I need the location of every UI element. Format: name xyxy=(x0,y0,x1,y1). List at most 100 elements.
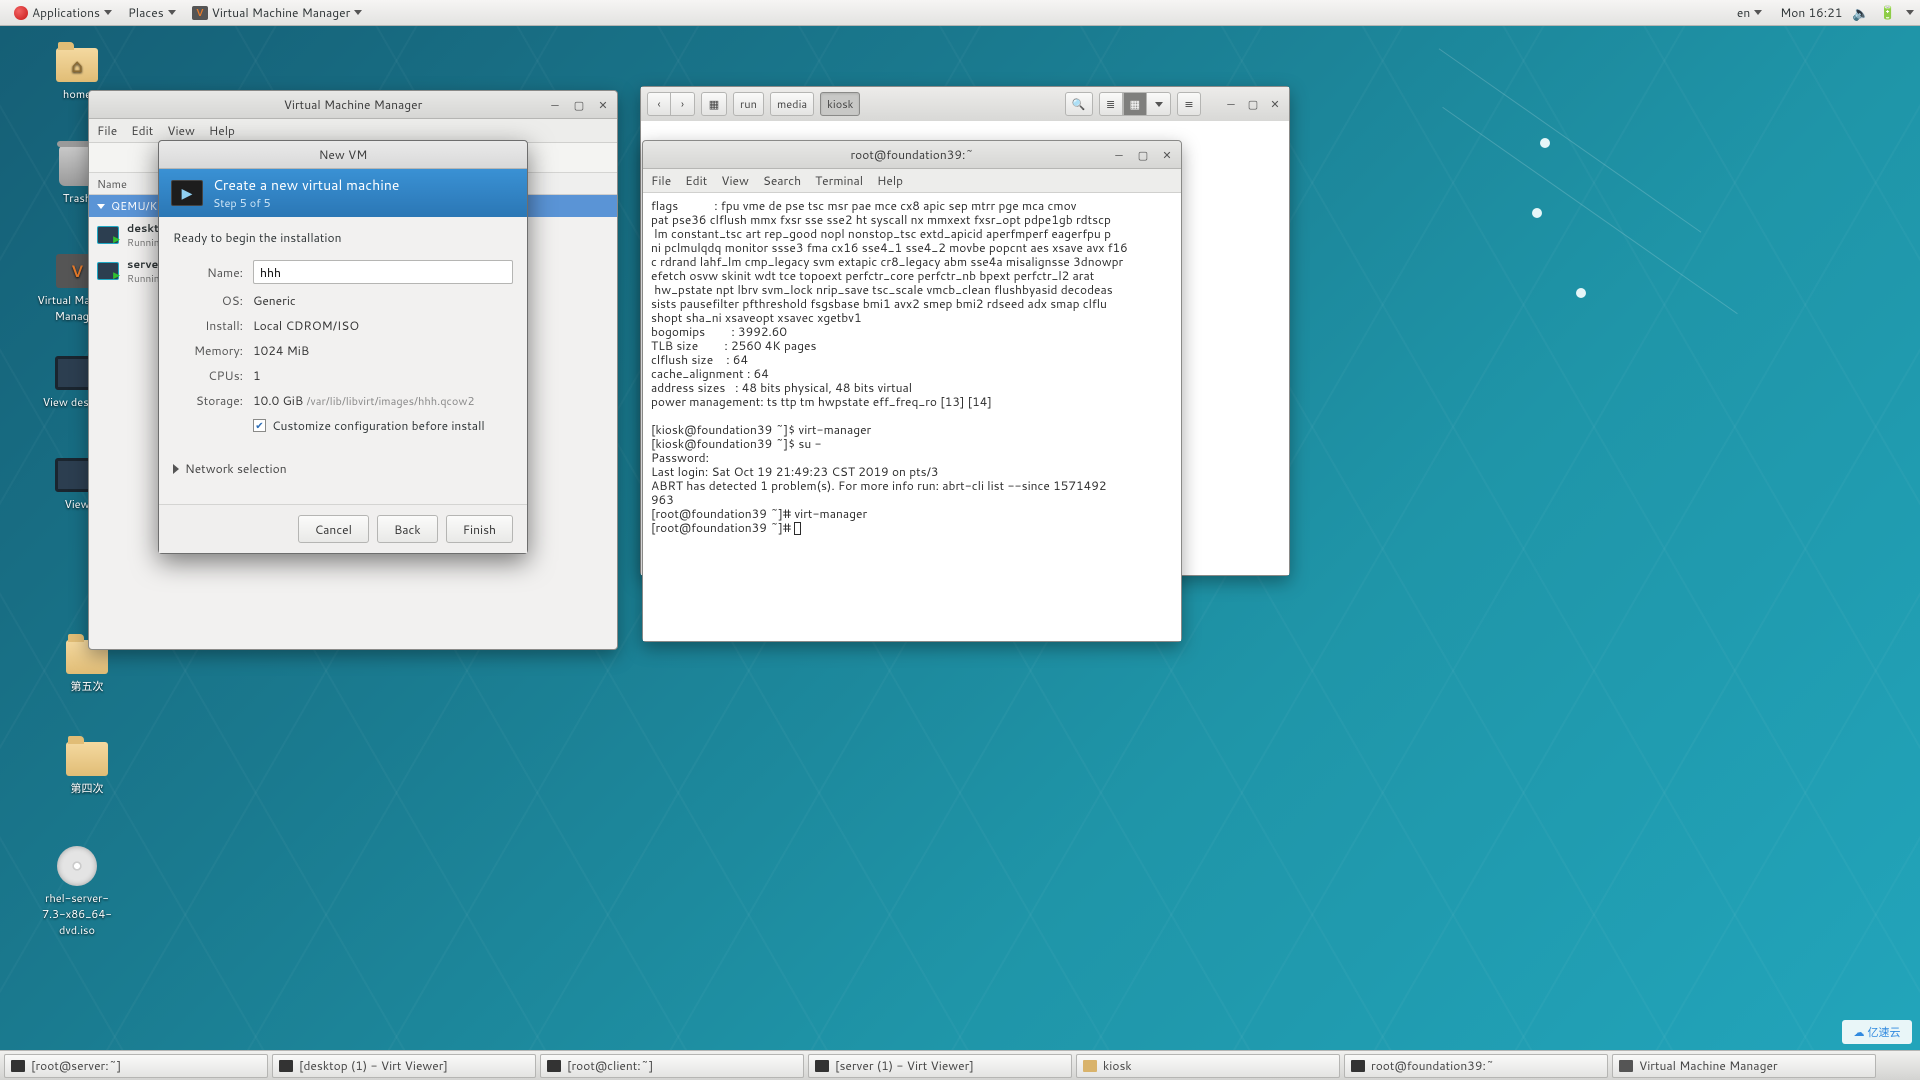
nav-forward-button[interactable]: › xyxy=(671,92,695,116)
gnome-top-panel: Applications Places VVirtual Machine Man… xyxy=(0,0,1920,26)
system-menu-icon[interactable] xyxy=(1906,10,1914,15)
expand-icon xyxy=(97,204,105,209)
vmm-title: Virtual Machine Manager xyxy=(284,96,423,113)
new-vm-banner: ▶ Create a new virtual machine Step 5 of… xyxy=(159,169,527,217)
value-storage: 10.0 GiB /var/lib/libvirt/images/hhh.qco… xyxy=(253,392,474,409)
menu-help[interactable]: Help xyxy=(877,172,903,189)
path-media-button[interactable]: media xyxy=(770,92,814,116)
vmm-titlebar[interactable]: Virtual Machine Manager — ▢ ✕ xyxy=(89,91,617,119)
new-vm-titlebar[interactable]: New VM xyxy=(159,141,527,169)
dialog-button-row: Cancel Back Finish xyxy=(159,504,527,553)
task-button[interactable]: root@foundation39:~ xyxy=(1344,1054,1608,1078)
menu-terminal[interactable]: Terminal xyxy=(815,172,863,189)
files-icon xyxy=(1083,1060,1097,1072)
terminal-menubar: File Edit View Search Terminal Help xyxy=(643,169,1181,193)
window-minimize-button[interactable]: — xyxy=(547,97,563,113)
input-source-indicator[interactable]: en xyxy=(1729,4,1770,21)
vm-thumbnail-icon xyxy=(97,226,119,244)
battery-icon[interactable]: 🔋 xyxy=(1880,4,1896,22)
terminal-icon xyxy=(11,1060,25,1072)
list-view-button[interactable]: ≣ xyxy=(1099,92,1123,116)
expand-right-icon xyxy=(173,464,179,474)
grid-view-button[interactable]: ▦ xyxy=(1123,92,1147,116)
task-button[interactable]: [server (1) - Virt Viewer] xyxy=(808,1054,1072,1078)
banner-step: Step 5 of 5 xyxy=(213,195,399,211)
window-maximize-button[interactable]: ▢ xyxy=(571,97,587,113)
files-toolbar: ‹ › ▦ run media kiosk 🔍 ≣ ▦ ≡ — ▢ ✕ xyxy=(641,87,1289,121)
terminal-icon xyxy=(547,1060,561,1072)
menu-view[interactable]: View xyxy=(167,122,195,139)
window-close-button[interactable]: ✕ xyxy=(595,97,611,113)
nav-back-button[interactable]: ‹ xyxy=(647,92,671,116)
places-menu[interactable]: Places xyxy=(120,0,184,25)
dialog-title: New VM xyxy=(319,146,368,163)
applications-menu[interactable]: Applications xyxy=(6,0,120,25)
menu-search[interactable]: Search xyxy=(763,172,801,189)
vm-thumbnail-icon xyxy=(97,262,119,280)
chevron-down-icon xyxy=(168,10,176,15)
back-button[interactable]: Back xyxy=(377,515,438,543)
vmm-icon: V xyxy=(192,6,208,20)
task-button[interactable]: [desktop (1) - Virt Viewer] xyxy=(272,1054,536,1078)
customize-checkbox-row[interactable]: ✔ Customize configuration before install xyxy=(253,417,513,434)
label-install: Install: xyxy=(173,317,243,334)
active-app-menu[interactable]: VVirtual Machine Manager xyxy=(184,0,371,25)
path-root-button[interactable]: ▦ xyxy=(701,92,727,116)
path-run-button[interactable]: run xyxy=(733,92,764,116)
value-os: Generic xyxy=(253,292,296,309)
finish-button[interactable]: Finish xyxy=(446,515,513,543)
task-button[interactable]: Virtual Machine Manager xyxy=(1612,1054,1876,1078)
window-maximize-button[interactable]: ▢ xyxy=(1245,96,1261,112)
checkbox-icon[interactable]: ✔ xyxy=(253,419,266,432)
volume-icon[interactable]: 🔈 xyxy=(1852,3,1869,23)
menu-file[interactable]: File xyxy=(97,122,117,139)
label-memory: Memory: xyxy=(173,342,243,359)
terminal-titlebar[interactable]: root@foundation39:~ — ▢ ✕ xyxy=(643,141,1181,169)
distro-logo-icon xyxy=(14,6,28,20)
window-minimize-button[interactable]: — xyxy=(1111,147,1127,163)
chevron-down-icon xyxy=(104,10,112,15)
watermark: ☁亿速云 xyxy=(1842,1020,1912,1044)
window-minimize-button[interactable]: — xyxy=(1223,96,1239,112)
clock[interactable]: Mon 16:21 xyxy=(1780,4,1842,21)
label-os: OS: xyxy=(173,292,243,309)
network-selection-expander[interactable]: Network selection xyxy=(173,460,513,477)
task-button[interactable]: [root@server:~] xyxy=(4,1054,268,1078)
terminal-window: root@foundation39:~ — ▢ ✕ File Edit View… xyxy=(642,140,1182,642)
menu-view[interactable]: View xyxy=(721,172,749,189)
monitor-icon: ▶ xyxy=(171,180,203,206)
hamburger-menu-button[interactable]: ≡ xyxy=(1177,92,1201,116)
window-close-button[interactable]: ✕ xyxy=(1159,147,1175,163)
viewer-icon xyxy=(279,1060,293,1072)
menu-help[interactable]: Help xyxy=(209,122,235,139)
window-maximize-button[interactable]: ▢ xyxy=(1135,147,1151,163)
menu-edit[interactable]: Edit xyxy=(685,172,707,189)
path-kiosk-button[interactable]: kiosk xyxy=(820,92,860,116)
task-button[interactable]: [root@client:~] xyxy=(540,1054,804,1078)
search-button[interactable]: 🔍 xyxy=(1065,92,1093,116)
value-cpus: 1 xyxy=(253,367,261,384)
vmm-icon xyxy=(1619,1060,1633,1072)
new-vm-dialog: New VM ▶ Create a new virtual machine St… xyxy=(158,140,528,554)
label-storage: Storage: xyxy=(173,392,243,409)
label-cpus: CPUs: xyxy=(173,367,243,384)
menu-file[interactable]: File xyxy=(651,172,671,189)
terminal-content[interactable]: flags : fpu vme de pse tsc msr pae mce c… xyxy=(643,193,1181,641)
task-button[interactable]: kiosk xyxy=(1076,1054,1340,1078)
label-name: Name: xyxy=(173,264,243,281)
ready-text: Ready to begin the installation xyxy=(173,229,513,246)
window-close-button[interactable]: ✕ xyxy=(1267,96,1283,112)
chevron-down-icon xyxy=(1754,10,1762,15)
iso-file-icon[interactable]: rhel-server-7.3-x86_64-dvd.iso xyxy=(34,846,120,938)
menu-edit[interactable]: Edit xyxy=(131,122,153,139)
value-memory: 1024 MiB xyxy=(253,342,309,359)
view-dropdown-button[interactable] xyxy=(1147,92,1171,116)
vm-name-input[interactable] xyxy=(253,260,513,284)
viewer-icon xyxy=(815,1060,829,1072)
cancel-button[interactable]: Cancel xyxy=(298,515,369,543)
cursor-icon xyxy=(794,522,801,535)
banner-heading: Create a new virtual machine xyxy=(213,175,399,195)
folder-4-icon[interactable]: 第四次 xyxy=(44,742,130,796)
bottom-taskbar: [root@server:~] [desktop (1) - Virt View… xyxy=(0,1050,1920,1080)
terminal-icon xyxy=(1351,1060,1365,1072)
